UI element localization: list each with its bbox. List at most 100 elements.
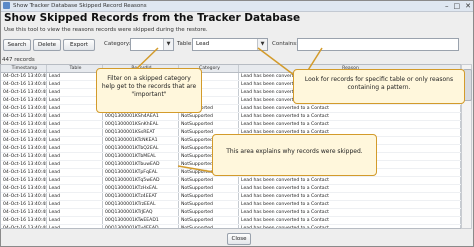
table-cell: NotSupported	[179, 121, 239, 128]
table-cell: 04-Oct-16 13:40:48	[3, 209, 47, 216]
table-cell: 04-Oct-16 13:40:48	[3, 105, 47, 112]
table-cell: 04-Oct-16 13:40:48	[3, 153, 47, 160]
maximize-icon[interactable]: □	[454, 2, 461, 10]
table-cell: 00Q1300001KSnKhEAL	[103, 121, 179, 128]
table-cell: 04-Oct-16 13:40:48	[3, 161, 47, 168]
table-cell: Lead	[47, 145, 103, 152]
table-cell: 00Q1300001KTbMEAL	[103, 153, 179, 160]
table-cell: 00Q1300001KTz4EEAT	[103, 193, 179, 200]
table-cell: Lead has been converted to a Contact	[239, 113, 461, 120]
table-cell: Lead has been converted to a Contact	[239, 225, 461, 228]
table-row[interactable]: 04-Oct-16 13:40:48 Lead 00Q1300001KTz4EEAT…	[1, 193, 461, 201]
search-button[interactable]: Search	[3, 39, 31, 51]
table-cell: 04-Oct-16 13:40:48	[3, 137, 47, 144]
table-cell: 00Q1300001KTbQ2EAL	[103, 145, 179, 152]
table-cell: Lead has been converted to a Contact	[239, 201, 461, 208]
close-icon[interactable]: ✕	[465, 2, 471, 10]
table-cell: Lead	[47, 209, 103, 216]
table-cell: Lead	[47, 129, 103, 136]
export-button[interactable]: Export	[63, 39, 95, 51]
table-cell: 04-Oct-16 13:40:48	[3, 73, 47, 80]
table-row[interactable]: 04-Oct-16 13:40:48 Lead 00Q1300001KTrJEAQ N…	[1, 209, 461, 217]
table-row[interactable]: 04-Oct-16 13:40:48 Lead 00Q1300001KTzHxEAL…	[1, 185, 461, 193]
table-cell: Lead has been converted to a Contact	[239, 121, 461, 128]
table-cell: 00Q1300001KSh4AEA1	[103, 113, 179, 120]
column-header[interactable]: Table	[47, 65, 103, 72]
app-icon	[3, 2, 10, 9]
chevron-down-icon[interactable]: ▼	[257, 39, 267, 50]
table-row[interactable]: 04-Oct-16 13:40:48 Lead 00Q1300001KTwEEAD1…	[1, 217, 461, 225]
page-subtitle: Use this tool to view the reasons record…	[4, 27, 208, 33]
table-row[interactable]: 04-Oct-16 13:40:48 Lead 00Q1300001KTrzEEAL…	[1, 201, 461, 209]
table-cell: 04-Oct-16 13:40:48	[3, 201, 47, 208]
table-callout: Look for records for specific table or o…	[293, 69, 465, 104]
table-cell: Lead	[47, 225, 103, 228]
table-row[interactable]: 04-Oct-16 13:40:48 Lead 00Q1300001KTv4EEAD…	[1, 225, 461, 228]
minimize-icon[interactable]: –	[445, 2, 449, 10]
table-cell: Lead	[47, 193, 103, 200]
table-row[interactable]: 04-Oct-16 13:40:48 Lead 00Q1300001KTq5wEAD…	[1, 177, 461, 185]
table-cell: NotSupported	[179, 209, 239, 216]
table-cell: NotSupported	[179, 113, 239, 120]
table-cell: Lead	[47, 169, 103, 176]
table-value: Lead	[196, 41, 210, 47]
table-cell: NotSupported	[179, 217, 239, 224]
delete-button[interactable]: Delete	[33, 39, 61, 51]
table-cell: 00Q1300001KTv4EEAD	[103, 225, 179, 228]
table-cell: 00Q1300001KTrzEEAL	[103, 201, 179, 208]
table-cell: Lead	[47, 161, 103, 168]
table-row[interactable]: 04-Oct-16 13:40:48 Lead 00Q1300001KSnKhEAL…	[1, 121, 461, 129]
table-cell: Lead has been converted to a Contact	[239, 217, 461, 224]
table-cell: 04-Oct-16 13:40:48	[3, 185, 47, 192]
table-cell: Lead	[47, 121, 103, 128]
table-cell: 04-Oct-16 13:40:48	[3, 113, 47, 120]
table-cell: 04-Oct-16 13:40:48	[3, 193, 47, 200]
column-header[interactable]: Timestamp	[1, 65, 47, 72]
table-cell: Lead has been converted to a Contact	[239, 177, 461, 184]
table-callout-text: Look for records for specific table or o…	[304, 76, 454, 91]
table-cell: Lead	[47, 113, 103, 120]
table-cell: Lead has been converted to a Contact	[239, 193, 461, 200]
table-cell: Lead	[47, 73, 103, 80]
table-row[interactable]: 04-Oct-16 13:40:48 Lead 00Q1300001KSh4AEA1…	[1, 113, 461, 121]
table-cell: Lead has been converted to a Contact	[239, 105, 461, 112]
table-cell: 04-Oct-16 13:40:48	[3, 97, 47, 104]
table-cell: 04-Oct-16 13:40:48	[3, 169, 47, 176]
table-cell: Lead	[47, 137, 103, 144]
reason-callout-text: This area explains why records were skip…	[226, 148, 363, 155]
table-cell: Lead	[47, 185, 103, 192]
table-cell: NotSupported	[179, 193, 239, 200]
table-cell: NotSupported	[179, 185, 239, 192]
table-cell: Lead has been converted to a Contact	[239, 185, 461, 192]
table-cell: Lead	[47, 81, 103, 88]
table-cell: 00Q1300001KTwEEAD1	[103, 217, 179, 224]
table-cell: 00Q1300001KTrJEAQ	[103, 209, 179, 216]
category-callout: Filter on a skipped category help get to…	[96, 68, 202, 113]
table-cell: 04-Oct-16 13:40:48	[3, 129, 47, 136]
table-cell: 04-Oct-16 13:40:48	[3, 217, 47, 224]
table-cell: NotSupported	[179, 201, 239, 208]
table-cell: Lead	[47, 201, 103, 208]
table-cell: 00Q1300001KTzHxEAL	[103, 185, 179, 192]
table-cell: Lead	[47, 217, 103, 224]
category-dropdown[interactable]: ▼	[130, 38, 174, 51]
table-cell: 04-Oct-16 13:40:48	[3, 145, 47, 152]
table-cell: 00Q1300001KTpFqEAL	[103, 169, 179, 176]
category-callout-text: Filter on a skipped category help get to…	[101, 75, 197, 98]
table-cell: 00Q1300001KTq5wEAD	[103, 177, 179, 184]
contains-input[interactable]	[297, 38, 459, 51]
table-row[interactable]: 04-Oct-16 13:40:48Lead00Q1300001KShZLEA1…	[1, 105, 461, 113]
table-cell: 04-Oct-16 13:40:48	[1, 225, 47, 228]
table-cell: 04-Oct-16 13:40:48	[3, 89, 47, 96]
close-button[interactable]: Close	[227, 233, 251, 245]
reason-callout: This area explains why records were skip…	[212, 134, 377, 176]
records-count: 447 records	[2, 57, 35, 63]
table-cell: 04-Oct-16 13:40:48	[3, 177, 47, 184]
table-cell: 00Q1300001KTbuwEAD	[103, 161, 179, 168]
window-controls: – □ ✕	[445, 2, 471, 10]
window-title: Show Tracker Database Skipped Record Rea…	[13, 3, 147, 9]
table-label: Table:	[177, 41, 194, 47]
table-dropdown[interactable]: Lead ▼	[192, 38, 268, 51]
page-title: Show Skipped Records from the Tracker Da…	[4, 12, 301, 24]
chevron-down-icon[interactable]: ▼	[163, 39, 173, 50]
